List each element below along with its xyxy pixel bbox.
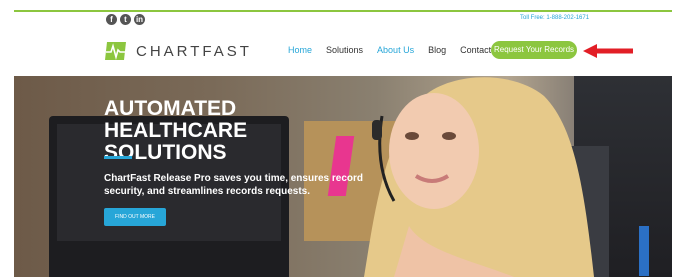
find-out-more-button[interactable]: FIND OUT MORE [104,208,166,226]
facebook-icon[interactable]: f [106,14,117,25]
nav-contact[interactable]: Contact [460,45,491,55]
nav-solutions[interactable]: Solutions [326,45,363,55]
twitter-icon[interactable]: t [120,14,131,25]
arrow-left-icon [583,44,633,58]
toll-free-number[interactable]: Toll Free: 1-888-202-1671 [520,15,589,21]
hero-description: ChartFast Release Pro saves you time, en… [104,173,364,197]
hero-title: AUTOMATED HEALTHCARE SOLUTIONS [104,97,248,164]
brand-logo[interactable]: CHARTFAST [104,40,252,62]
request-records-button[interactable]: Request Your Records [491,41,577,59]
background-binder [639,226,649,276]
social-links: f t in [106,14,145,25]
brand-name: CHARTFAST [136,42,252,60]
hero-banner: AUTOMATED HEALTHCARE SOLUTIONS ChartFast… [14,76,672,277]
nav-home[interactable]: Home [288,45,312,55]
nav-blog[interactable]: Blog [428,45,446,55]
nav-about-us[interactable]: About Us [377,45,414,55]
logo-mark-icon [105,42,126,60]
main-nav: Home Solutions About Us Blog Contact [288,45,505,55]
top-accent-line [14,10,672,12]
linkedin-icon[interactable]: in [134,14,145,25]
hero-divider [104,156,132,159]
